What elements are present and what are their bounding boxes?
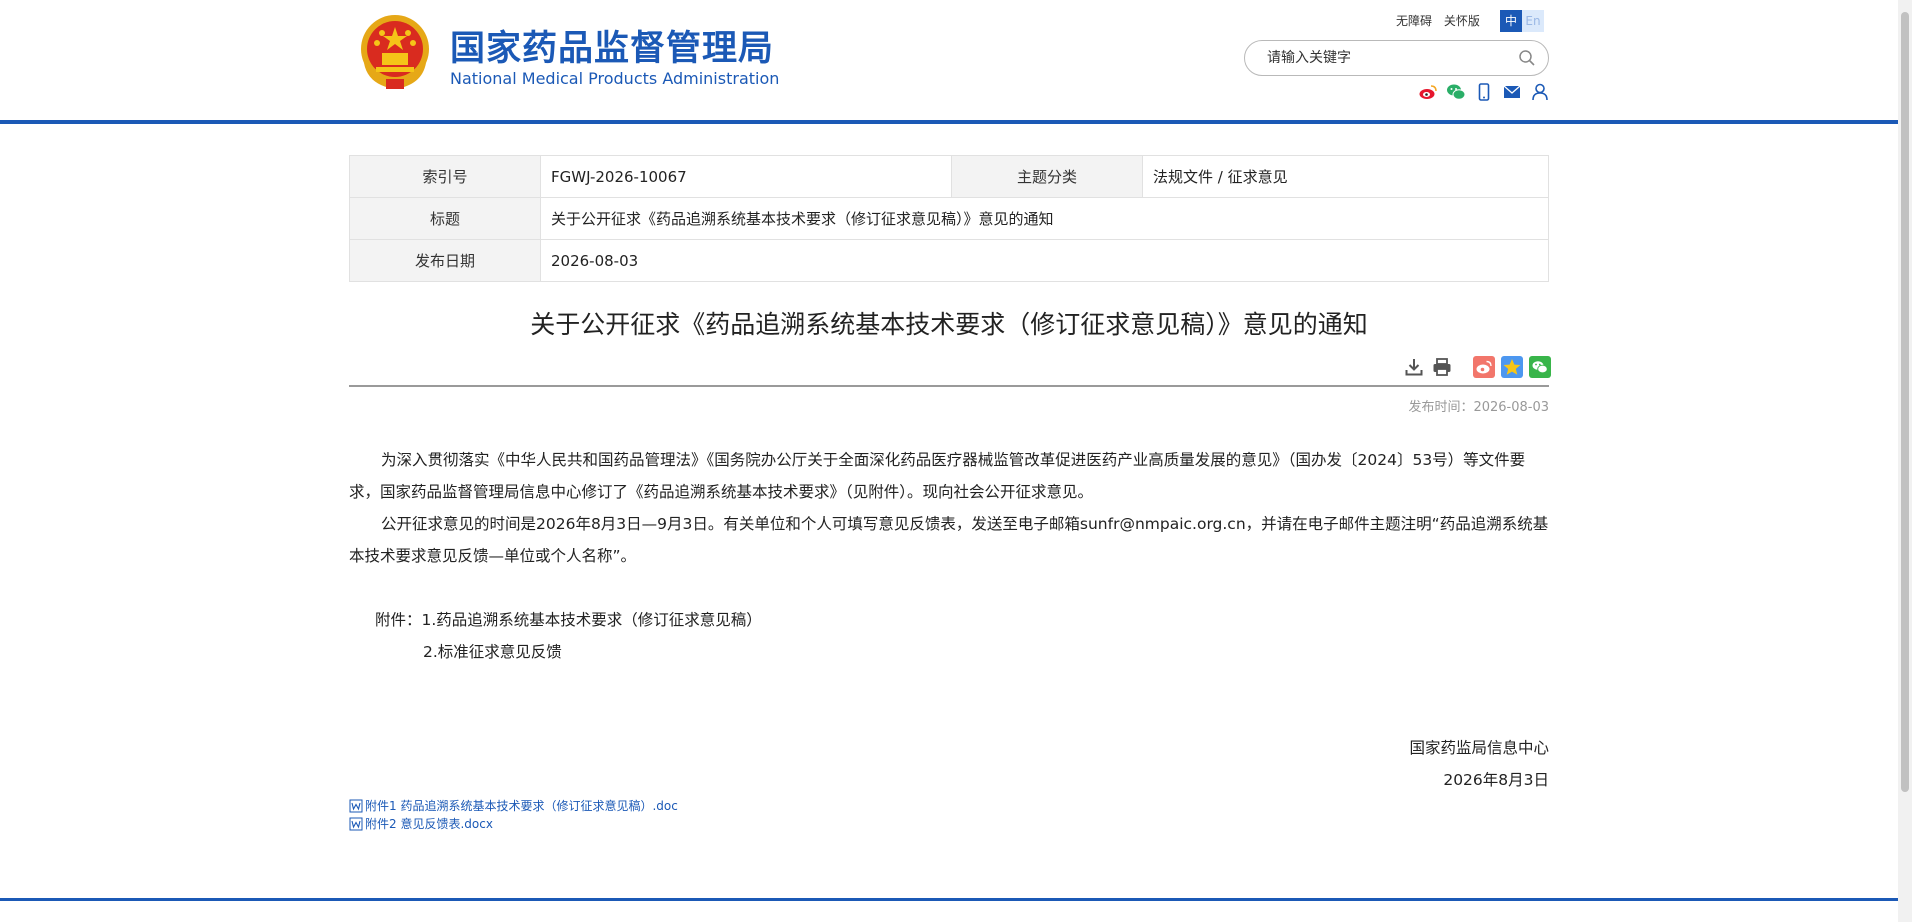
language-switch: 中 En <box>1500 10 1544 32</box>
social-links <box>1418 82 1550 102</box>
share-wechat-icon[interactable] <box>1529 356 1551 378</box>
care-mode-link[interactable]: 关怀版 <box>1444 14 1480 28</box>
date-value: 2026-08-03 <box>540 239 1549 282</box>
site-header: 国家药品监督管理局 National Medical Products Admi… <box>0 0 1898 124</box>
attachment-file-name: 附件2 意见反馈表.docx <box>365 817 493 831</box>
word-doc-icon <box>349 799 363 812</box>
signer: 国家药监局信息中心 <box>1409 739 1549 757</box>
page-scrollbar[interactable] <box>1898 0 1912 922</box>
info-row: 发布日期 2026-08-03 <box>349 239 1549 282</box>
date-label: 发布日期 <box>349 239 541 282</box>
site-title-en: National Medical Products Administration <box>450 69 780 88</box>
share-weibo-icon[interactable] <box>1473 356 1495 378</box>
index-label: 索引号 <box>349 155 541 198</box>
wechat-icon[interactable] <box>1446 82 1466 102</box>
publish-time: 发布时间：2026-08-03 <box>1408 400 1549 415</box>
print-icon[interactable] <box>1431 356 1453 378</box>
lang-zh-button[interactable]: 中 <box>1500 10 1522 32</box>
attachment-list-line-1: 附件：1.药品追溯系统基本技术要求（修订征求意见稿） <box>375 611 762 629</box>
attachment-file-link-1[interactable]: 附件1 药品追溯系统基本技术要求（修订征求意见稿）.doc <box>349 797 678 814</box>
article-title: 关于公开征求《药品追溯系统基本技术要求（修订征求意见稿）》意见的通知 <box>530 310 1368 339</box>
article-paragraph-1: 为深入贯彻落实《中华人民共和国药品管理法》《国务院办公厅关于全面深化药品医疗器械… <box>349 451 1526 501</box>
word-doc-icon <box>349 817 363 830</box>
search-input[interactable] <box>1265 47 1509 69</box>
title-value: 关于公开征求《药品追溯系统基本技术要求（修订征求意见稿）》意见的通知 <box>540 197 1549 240</box>
tools-spacer <box>1459 356 1467 378</box>
info-row: 标题 关于公开征求《药品追溯系统基本技术要求（修订征求意见稿）》意见的通知 <box>349 197 1549 240</box>
site-title-cn: 国家药品监督管理局 <box>450 29 775 69</box>
mail-icon[interactable] <box>1502 82 1522 102</box>
download-icon[interactable] <box>1403 356 1425 378</box>
footer-divider <box>0 898 1898 901</box>
title-label: 标题 <box>349 197 541 240</box>
share-qzone-icon[interactable] <box>1501 356 1523 378</box>
attachment-list-line-2: 2.标准征求意见反馈 <box>423 643 562 661</box>
article-tools <box>1403 356 1551 378</box>
search-icon[interactable] <box>1518 49 1536 67</box>
sign-date: 2026年8月3日 <box>1443 771 1549 789</box>
title-divider <box>349 385 1549 387</box>
article-paragraph-2: 公开征求意见的时间是2026年8月3日—9月3日。有关单位和个人可填写意见反馈表… <box>349 515 1549 565</box>
accessibility-link[interactable]: 无障碍 <box>1396 14 1432 28</box>
attachment-file-name: 附件1 药品追溯系统基本技术要求（修订征求意见稿）.doc <box>365 799 678 813</box>
category-label: 主题分类 <box>951 155 1143 198</box>
category-value: 法规文件 / 征求意见 <box>1142 155 1549 198</box>
attachment-file-link-2[interactable]: 附件2 意见反馈表.docx <box>349 815 493 832</box>
weibo-icon[interactable] <box>1418 82 1438 102</box>
top-links: 无障碍 关怀版 <box>1396 12 1488 29</box>
national-emblem-icon <box>361 15 429 89</box>
mobile-icon[interactable] <box>1474 82 1494 102</box>
user-icon[interactable] <box>1530 82 1550 102</box>
index-value: FGWJ-2026-10067 <box>540 155 952 198</box>
search-box <box>1244 40 1549 76</box>
lang-en-button[interactable]: En <box>1522 10 1544 32</box>
info-row: 索引号 FGWJ-2026-10067 主题分类 法规文件 / 征求意见 <box>349 155 1549 198</box>
scrollbar-thumb[interactable] <box>1901 12 1909 792</box>
document-info-table: 索引号 FGWJ-2026-10067 主题分类 法规文件 / 征求意见 标题 … <box>349 155 1549 282</box>
